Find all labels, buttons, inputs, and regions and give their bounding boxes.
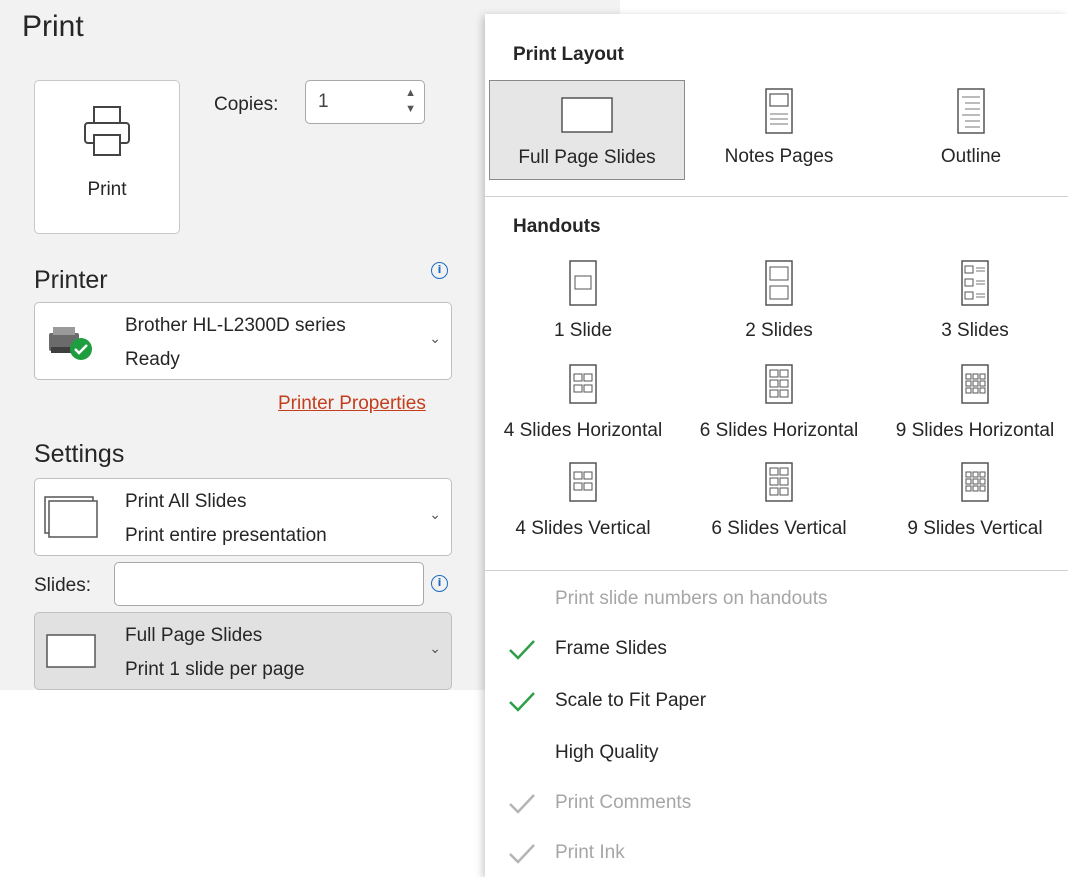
- print-button[interactable]: Print: [34, 80, 180, 234]
- option-scale-to-fit[interactable]: Scale to Fit Paper: [555, 690, 706, 712]
- print-layout-dropdown[interactable]: Full Page Slides Print 1 slide per page …: [34, 612, 452, 690]
- printer-section-title: Printer: [34, 266, 108, 294]
- slides-input[interactable]: [114, 562, 424, 606]
- chevron-down-icon: ⌄: [429, 330, 441, 346]
- handout-label: 4 Slides Vertical: [515, 518, 651, 539]
- layout-full-page-slides[interactable]: Full Page Slides: [489, 80, 685, 180]
- handout-label: 6 Slides Horizontal: [699, 420, 859, 441]
- handout-4-slides-horizontal-icon: [569, 364, 597, 409]
- handout-4-slides-vertical-icon: [569, 462, 597, 507]
- handout-label: 4 Slides Horizontal: [503, 420, 663, 441]
- handout-1-slide-icon: [569, 260, 597, 311]
- checkmark-icon: [507, 842, 537, 866]
- print-range-dropdown[interactable]: Print All Slides Print entire presentati…: [34, 478, 452, 556]
- full-page-slide-icon: [45, 633, 97, 674]
- option-print-comments: Print Comments: [555, 792, 692, 813]
- handout-label: 1 Slide: [553, 320, 613, 341]
- print-layout-heading: Print Layout: [513, 44, 624, 65]
- layout-label: Notes Pages: [724, 146, 834, 167]
- option-high-quality[interactable]: High Quality: [555, 742, 659, 764]
- chevron-down-icon: ⌄: [429, 506, 441, 522]
- layout-outline[interactable]: Outline: [873, 80, 1068, 180]
- chevron-down-icon: ⌄: [429, 640, 441, 656]
- handout-label: 6 Slides Vertical: [711, 518, 847, 539]
- handout-6-slides-vertical-icon: [765, 462, 793, 507]
- handout-3-slides-icon: [961, 260, 989, 311]
- handout-label: 9 Slides Vertical: [907, 518, 1043, 539]
- copies-label: Copies:: [214, 94, 279, 115]
- printer-properties-link[interactable]: Printer Properties: [278, 393, 426, 415]
- layout-label: Full Page Slides: [518, 147, 656, 168]
- handout-9-slides-horizontal-icon: [961, 364, 989, 409]
- print-layout-primary: Full Page Slides: [125, 625, 263, 646]
- checkmark-icon: [507, 638, 537, 662]
- page-title: Print: [22, 10, 84, 43]
- all-slides-icon: [43, 495, 99, 544]
- copies-value[interactable]: 1: [318, 91, 329, 113]
- layout-notes-pages[interactable]: Notes Pages: [681, 80, 877, 180]
- handout-label: 3 Slides: [941, 320, 1009, 341]
- full-page-slide-icon: [561, 97, 613, 138]
- handout-label: 2 Slides: [745, 320, 813, 341]
- outline-icon: [957, 88, 985, 139]
- slides-label: Slides:: [34, 575, 92, 596]
- option-print-ink: Print Ink: [555, 842, 625, 863]
- handout-label: 9 Slides Horizontal: [895, 420, 1055, 441]
- spin-arrows-icon[interactable]: ▲ ▼: [405, 85, 416, 117]
- printer-dropdown[interactable]: Brother HL-L2300D series Ready ⌄: [34, 302, 452, 380]
- checkmark-icon: [507, 792, 537, 816]
- divider: [485, 570, 1068, 571]
- print-button-label: Print: [87, 179, 127, 200]
- settings-section-title: Settings: [34, 440, 125, 468]
- option-frame-slides[interactable]: Frame Slides: [555, 638, 667, 660]
- layout-label: Outline: [940, 146, 1002, 167]
- info-icon[interactable]: i: [431, 575, 448, 592]
- printer-icon: [82, 103, 134, 164]
- copies-stepper[interactable]: 1 ▲ ▼: [305, 80, 425, 124]
- print-range-secondary: Print entire presentation: [125, 525, 327, 546]
- printer-name: Brother HL-L2300D series: [125, 315, 346, 336]
- print-layout-secondary: Print 1 slide per page: [125, 659, 305, 680]
- divider: [485, 196, 1068, 197]
- printer-status: Ready: [125, 349, 180, 370]
- handout-2-slides-icon: [765, 260, 793, 311]
- print-layout-menu: Print Layout Full Page Slides Notes Page…: [485, 14, 1068, 877]
- handout-6-slides-horizontal-icon: [765, 364, 793, 409]
- option-print-slide-numbers: Print slide numbers on handouts: [555, 588, 828, 609]
- print-range-primary: Print All Slides: [125, 491, 247, 512]
- handout-9-slides-vertical-icon: [961, 462, 989, 507]
- info-icon[interactable]: i: [431, 262, 448, 279]
- notes-pages-icon: [765, 88, 793, 139]
- handouts-heading: Handouts: [513, 216, 601, 237]
- checkmark-icon: [507, 690, 537, 714]
- printer-ready-icon: [45, 321, 97, 370]
